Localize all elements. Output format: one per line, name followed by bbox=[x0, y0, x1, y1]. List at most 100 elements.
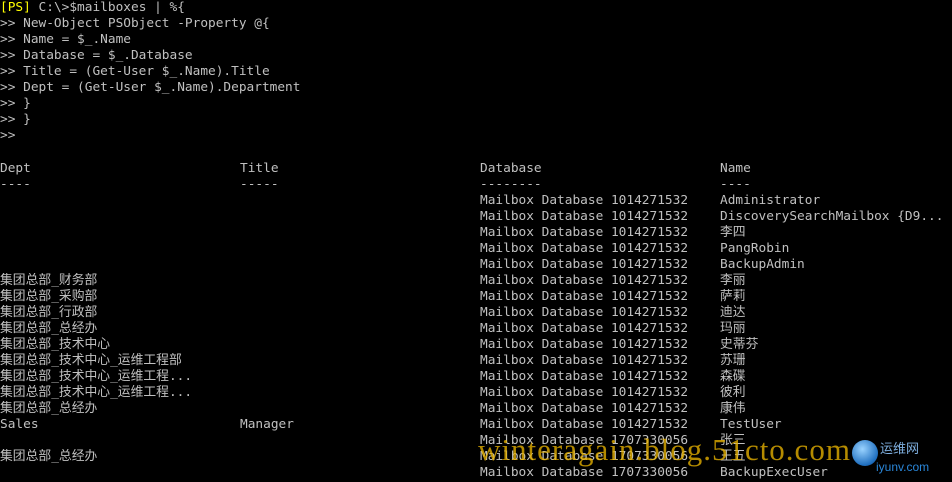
command-text: C:\>$mailboxes | %{ bbox=[30, 0, 185, 15]
cell-database: Mailbox Database 1014271532 bbox=[480, 321, 689, 336]
underline-title: ----- bbox=[240, 177, 279, 192]
cell-name: TestUser bbox=[720, 417, 782, 432]
cell-title bbox=[240, 369, 476, 385]
cell-dept: 集团总部_总经办 bbox=[0, 401, 98, 416]
table-row: 集团总部_采购部 Mailbox Database 1014271532 萨莉 bbox=[0, 289, 952, 305]
cell-dept: 集团总部_行政部 bbox=[0, 305, 98, 320]
table-row: 集团总部_财务部 Mailbox Database 1014271532 李丽 bbox=[0, 273, 952, 289]
cell-name: DiscoverySearchMailbox {D9... bbox=[720, 209, 944, 224]
cell-dept bbox=[0, 241, 236, 257]
cell-name: 康伟 bbox=[720, 401, 746, 416]
cell-dept bbox=[0, 465, 236, 481]
cell-title: Manager bbox=[240, 417, 294, 432]
cell-database: Mailbox Database 1014271532 bbox=[480, 241, 689, 256]
powershell-console[interactable]: [PS] C:\>$mailboxes | %{ >> New-Object P… bbox=[0, 0, 952, 482]
table-row: 集团总部_技术中心 Mailbox Database 1014271532 史蒂… bbox=[0, 337, 952, 353]
prompt-line: [PS] C:\>$mailboxes | %{ bbox=[0, 0, 185, 16]
cell-database: Mailbox Database 1014271532 bbox=[480, 289, 689, 304]
logo-url-text: iyunv.com bbox=[876, 460, 930, 474]
table-row: Sales Manager Mailbox Database 101427153… bbox=[0, 417, 952, 433]
cell-title bbox=[240, 241, 476, 257]
cell-title bbox=[240, 337, 476, 353]
cell-title bbox=[240, 209, 476, 225]
table-row: 集团总部_技术中心_运维工程... Mailbox Database 10142… bbox=[0, 385, 952, 401]
cell-database: Mailbox Database 1014271532 bbox=[480, 385, 689, 400]
cell-name: 史蒂芬 bbox=[720, 337, 759, 352]
cell-name: 玛丽 bbox=[720, 321, 746, 336]
table-header-row: Dept Title Database Name bbox=[0, 161, 952, 177]
underline-dept: ---- bbox=[0, 177, 31, 192]
table-row: Mailbox Database 1014271532 BackupAdmin bbox=[0, 257, 952, 273]
table-row: 集团总部_技术中心_运维工程... Mailbox Database 10142… bbox=[0, 369, 952, 385]
table-row: 集团总部_总经办 Mailbox Database 1014271532 康伟 bbox=[0, 401, 952, 417]
logo-globe-icon bbox=[852, 440, 878, 466]
cell-title bbox=[240, 321, 476, 337]
cell-name: 彼利 bbox=[720, 385, 746, 400]
cell-dept bbox=[0, 257, 236, 273]
site-logo: 运维网 iyunv.com bbox=[852, 436, 952, 482]
cell-title bbox=[240, 289, 476, 305]
cell-name: PangRobin bbox=[720, 241, 790, 256]
table-row: Mailbox Database 1014271532 DiscoverySea… bbox=[0, 209, 952, 225]
cell-name: BackupAdmin bbox=[720, 257, 805, 272]
table-header-underline: ---- ----- -------- ---- bbox=[0, 177, 952, 193]
cell-database: Mailbox Database 1014271532 bbox=[480, 401, 689, 416]
cell-title bbox=[240, 401, 476, 417]
cell-title bbox=[240, 305, 476, 321]
command-line: >> New-Object PSObject -Property @{ bbox=[0, 16, 270, 31]
cell-dept: 集团总部_总经办 bbox=[0, 321, 98, 336]
cell-title bbox=[240, 465, 476, 481]
logo-cn-text: 运维网 bbox=[880, 442, 920, 457]
blog-watermark: winteragain.blog.51cto.com bbox=[478, 432, 851, 467]
cell-dept: 集团总部_总经办 bbox=[0, 449, 98, 464]
cell-title bbox=[240, 433, 476, 449]
cell-title bbox=[240, 353, 476, 369]
command-line: >> Database = $_.Database bbox=[0, 48, 193, 63]
cell-name: 李四 bbox=[720, 225, 746, 240]
cell-name: 迪达 bbox=[720, 305, 746, 320]
header-title: Title bbox=[240, 161, 279, 176]
cell-dept: 集团总部_技术中心_运维工程部 bbox=[0, 353, 182, 368]
command-line: >> Dept = (Get-User $_.Name).Department bbox=[0, 80, 301, 95]
command-line: >> bbox=[0, 128, 16, 143]
cell-dept: 集团总部_技术中心_运维工程... bbox=[0, 385, 193, 400]
table-row: Mailbox Database 1014271532 李四 bbox=[0, 225, 952, 241]
table-row: Mailbox Database 1014271532 Administrato… bbox=[0, 193, 952, 209]
cell-database: Mailbox Database 1014271532 bbox=[480, 337, 689, 352]
command-line: >> } bbox=[0, 96, 31, 111]
cell-dept bbox=[0, 225, 236, 241]
command-line: >> Name = $_.Name bbox=[0, 32, 131, 47]
table-row: 集团总部_行政部 Mailbox Database 1014271532 迪达 bbox=[0, 305, 952, 321]
table-row: 集团总部_总经办 Mailbox Database 1014271532 玛丽 bbox=[0, 321, 952, 337]
cell-dept bbox=[0, 433, 236, 449]
cell-dept: 集团总部_技术中心 bbox=[0, 337, 111, 352]
cell-database: Mailbox Database 1014271532 bbox=[480, 193, 689, 208]
cell-title bbox=[240, 273, 476, 289]
cell-title bbox=[240, 449, 476, 465]
table-row: 集团总部_技术中心_运维工程部 Mailbox Database 1014271… bbox=[0, 353, 952, 369]
cell-dept: 集团总部_财务部 bbox=[0, 273, 98, 288]
cell-database: Mailbox Database 1014271532 bbox=[480, 305, 689, 320]
cell-name: Administrator bbox=[720, 193, 821, 208]
command-line: >> } bbox=[0, 112, 31, 127]
cell-dept bbox=[0, 209, 236, 225]
cell-name: 李丽 bbox=[720, 273, 746, 288]
cell-title bbox=[240, 385, 476, 401]
cell-database: Mailbox Database 1014271532 bbox=[480, 353, 689, 368]
cell-dept: 集团总部_技术中心_运维工程... bbox=[0, 369, 193, 384]
underline-name: ---- bbox=[720, 177, 751, 192]
cell-title bbox=[240, 257, 476, 273]
cell-database: Mailbox Database 1014271532 bbox=[480, 257, 689, 272]
prompt-tag: [PS] bbox=[0, 0, 31, 15]
cell-title bbox=[240, 225, 476, 241]
cell-name: 森碟 bbox=[720, 369, 746, 384]
cell-database: Mailbox Database 1014271532 bbox=[480, 225, 689, 240]
underline-database: -------- bbox=[480, 177, 542, 192]
cell-dept: 集团总部_采购部 bbox=[0, 289, 98, 304]
cell-database: Mailbox Database 1014271532 bbox=[480, 369, 689, 384]
cell-name: 苏珊 bbox=[720, 353, 746, 368]
table-row: Mailbox Database 1014271532 PangRobin bbox=[0, 241, 952, 257]
cell-title bbox=[240, 193, 476, 209]
cell-database: Mailbox Database 1014271532 bbox=[480, 209, 689, 224]
header-name: Name bbox=[720, 161, 751, 176]
